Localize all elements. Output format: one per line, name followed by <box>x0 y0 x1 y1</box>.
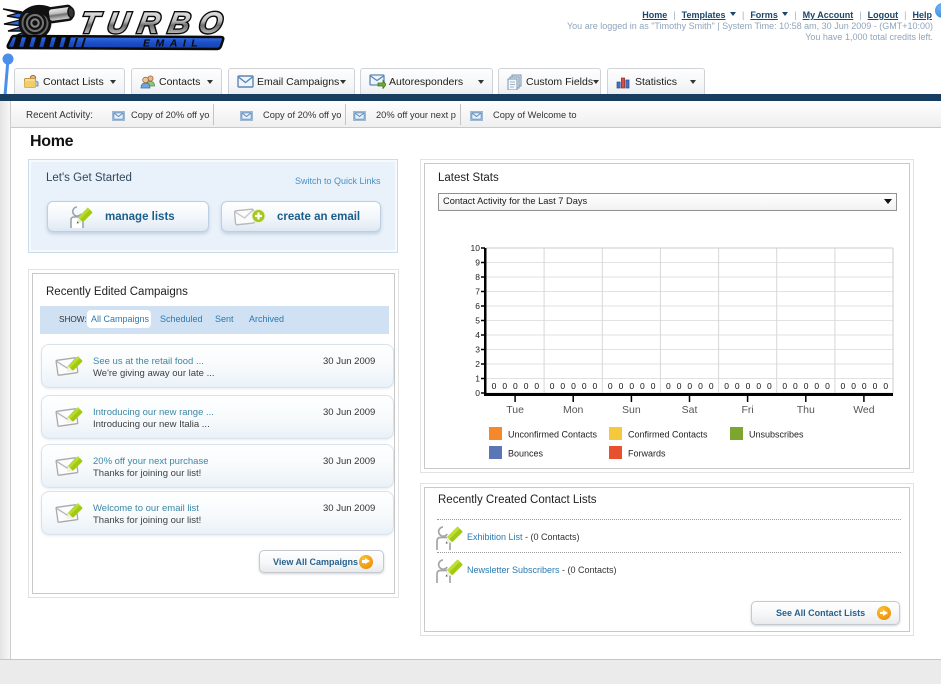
svg-text:0: 0 <box>851 381 856 391</box>
svg-text:1: 1 <box>475 374 480 384</box>
svg-text:0: 0 <box>571 381 576 391</box>
svg-text:0: 0 <box>873 381 878 391</box>
svg-text:Sat: Sat <box>682 404 698 416</box>
svg-text:2: 2 <box>475 359 480 369</box>
svg-text:0: 0 <box>550 381 555 391</box>
svg-text:0: 0 <box>756 381 761 391</box>
svg-text:6: 6 <box>475 301 480 311</box>
svg-text:0: 0 <box>746 381 751 391</box>
svg-text:0: 0 <box>534 381 539 391</box>
svg-text:5: 5 <box>475 316 480 326</box>
svg-text:0: 0 <box>651 381 656 391</box>
svg-text:0: 0 <box>677 381 682 391</box>
svg-text:Thu: Thu <box>797 404 815 416</box>
svg-text:3: 3 <box>475 345 480 355</box>
svg-text:0: 0 <box>629 381 634 391</box>
svg-text:0: 0 <box>524 381 529 391</box>
svg-text:0: 0 <box>698 381 703 391</box>
svg-text:Unconfirmed Contacts: Unconfirmed Contacts <box>508 430 598 440</box>
svg-text:0: 0 <box>492 381 497 391</box>
svg-text:Tue: Tue <box>506 404 524 416</box>
svg-text:0: 0 <box>814 381 819 391</box>
svg-text:0: 0 <box>582 381 587 391</box>
svg-text:0: 0 <box>640 381 645 391</box>
svg-text:9: 9 <box>475 258 480 268</box>
svg-text:0: 0 <box>709 381 714 391</box>
svg-text:8: 8 <box>475 272 480 282</box>
svg-text:Sun: Sun <box>622 404 641 416</box>
svg-text:Confirmed Contacts: Confirmed Contacts <box>628 430 708 440</box>
svg-text:0: 0 <box>862 381 867 391</box>
svg-text:0: 0 <box>502 381 507 391</box>
svg-text:0: 0 <box>825 381 830 391</box>
svg-text:EMAIL: EMAIL <box>143 38 203 50</box>
svg-text:0: 0 <box>782 381 787 391</box>
svg-text:0: 0 <box>619 381 624 391</box>
svg-text:0: 0 <box>841 381 846 391</box>
svg-text:0: 0 <box>593 381 598 391</box>
svg-text:0: 0 <box>883 381 888 391</box>
svg-text:0: 0 <box>513 381 518 391</box>
svg-text:0: 0 <box>735 381 740 391</box>
svg-text:0: 0 <box>608 381 613 391</box>
svg-text:Wed: Wed <box>853 404 875 416</box>
svg-text:10: 10 <box>471 243 481 253</box>
svg-text:0: 0 <box>687 381 692 391</box>
svg-text:0: 0 <box>666 381 671 391</box>
svg-text:Mon: Mon <box>563 404 584 416</box>
svg-text:Bounces: Bounces <box>508 449 544 459</box>
svg-text:0: 0 <box>475 388 480 398</box>
svg-text:0: 0 <box>767 381 772 391</box>
svg-text:0: 0 <box>724 381 729 391</box>
svg-text:Unsubscribes: Unsubscribes <box>749 430 804 440</box>
svg-text:7: 7 <box>475 287 480 297</box>
svg-text:4: 4 <box>475 330 480 340</box>
svg-text:Forwards: Forwards <box>628 449 666 459</box>
svg-text:0: 0 <box>560 381 565 391</box>
svg-text:0: 0 <box>804 381 809 391</box>
svg-text:TURBO: TURBO <box>77 7 226 40</box>
svg-text:0: 0 <box>793 381 798 391</box>
svg-text:Fri: Fri <box>741 404 753 416</box>
